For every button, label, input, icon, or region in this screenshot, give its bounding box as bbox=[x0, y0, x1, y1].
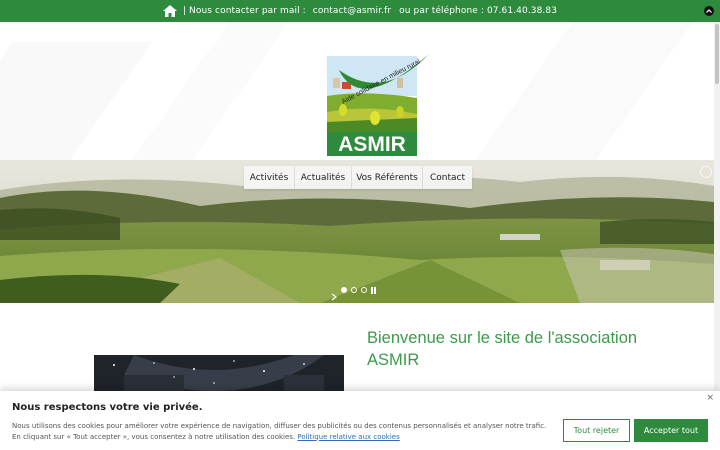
cookie-description: Nous utilisons des cookies pour améliore… bbox=[12, 421, 552, 442]
nav-item-contact[interactable]: Contact bbox=[423, 166, 472, 189]
contact-label: | Nous contacter par mail : bbox=[182, 6, 306, 16]
slider-dot[interactable] bbox=[341, 287, 347, 293]
logo-name: ASMIR bbox=[338, 133, 406, 156]
slider-dot[interactable] bbox=[361, 287, 367, 293]
nav-item-activites[interactable]: Activités bbox=[244, 166, 295, 189]
slider-control-icon[interactable] bbox=[700, 166, 712, 178]
nav-item-vos-referents[interactable]: Vos Référents bbox=[352, 166, 423, 189]
background-shape bbox=[0, 42, 153, 160]
background-shape bbox=[460, 22, 700, 160]
contact-email-link[interactable]: contact@asmir.fr bbox=[313, 6, 391, 16]
slider-dot[interactable] bbox=[351, 287, 357, 293]
accept-all-button[interactable]: Accepter tout bbox=[634, 419, 708, 442]
main-navigation: Activités Actualités Vos Référents Conta… bbox=[244, 166, 472, 189]
slider-next-icon[interactable] bbox=[331, 286, 337, 301]
top-contact-bar: | Nous contacter par mail : contact@asmi… bbox=[0, 0, 720, 22]
cookie-text: Nous utilisons des cookies pour améliore… bbox=[12, 422, 547, 441]
welcome-title: Bienvenue sur le site de l'association A… bbox=[367, 329, 638, 369]
contact-phone: ou par téléphone : 07.61.40.38.83 bbox=[399, 6, 558, 16]
nav-item-actualites[interactable]: Actualités bbox=[295, 166, 352, 189]
pause-icon[interactable] bbox=[371, 286, 377, 294]
cookie-banner: × Nous respectons votre vie privée. Nous… bbox=[0, 391, 720, 450]
slider-pagination bbox=[331, 286, 377, 301]
page: | Nous contacter par mail : contact@asmi… bbox=[0, 0, 720, 450]
site-header: ASMIR Aide solidaire en milieu rural bbox=[0, 22, 720, 160]
scrollbar-thumb[interactable] bbox=[715, 24, 719, 84]
close-icon[interactable]: × bbox=[706, 393, 714, 403]
chevron-up-icon[interactable] bbox=[704, 6, 714, 16]
page-scrollbar[interactable] bbox=[714, 22, 720, 450]
home-icon[interactable] bbox=[162, 5, 177, 17]
cookie-title: Nous respectons votre vie privée. bbox=[12, 402, 203, 413]
cookie-policy-link[interactable]: Politique relative aux cookies bbox=[297, 433, 399, 441]
asmir-logo[interactable]: ASMIR Aide solidaire en milieu rural bbox=[325, 52, 435, 156]
reject-all-button[interactable]: Tout rejeter bbox=[563, 419, 630, 442]
